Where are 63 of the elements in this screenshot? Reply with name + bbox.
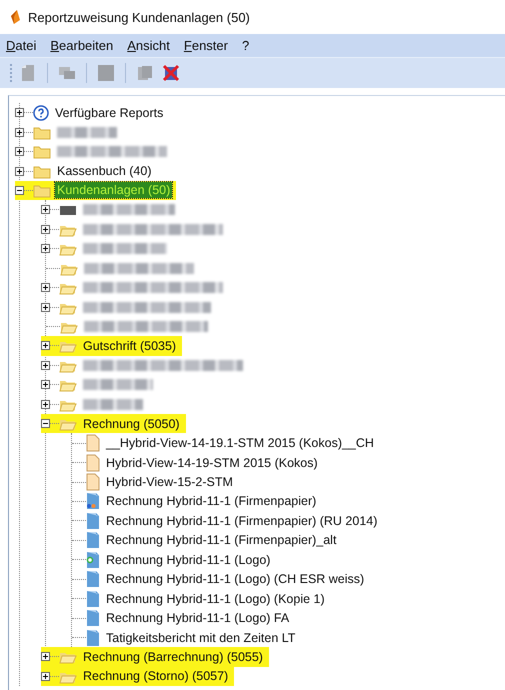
report-icon bbox=[86, 550, 100, 569]
tree-item[interactable]: Tatigkeitsbericht mit den Zeiten LT bbox=[104, 630, 298, 646]
help-icon bbox=[33, 104, 49, 121]
menu-item[interactable]: Bearbeiten bbox=[50, 38, 114, 53]
tree-item[interactable]: Gutschrift (5035) bbox=[81, 338, 178, 354]
square-icon bbox=[97, 64, 115, 82]
tree-item[interactable]: Rechnung Hybrid-11-1 (Firmenpapier) bbox=[104, 493, 318, 510]
tree-item[interactable]: Kassenbuch (40) bbox=[55, 163, 154, 180]
expand-icon[interactable] bbox=[41, 672, 50, 681]
tree-item[interactable]: Rechnung Hybrid-11-1 (Logo) bbox=[104, 552, 272, 568]
dark-block-icon bbox=[59, 204, 77, 216]
menu-item[interactable]: Fenster bbox=[184, 38, 228, 53]
tree-item[interactable]: Rechnung Hybrid-11-1 (Firmenpapier)_alt bbox=[104, 532, 338, 548]
expand-icon[interactable] bbox=[41, 341, 50, 350]
tree-item[interactable]: __Hybrid-View-14-19.1-STM 2015 (Kokos)__CH bbox=[104, 435, 376, 452]
expand-icon[interactable] bbox=[15, 108, 24, 118]
report-icon bbox=[86, 628, 100, 647]
tree-item[interactable]: Verfügbare Reports bbox=[53, 104, 166, 121]
report-icon bbox=[86, 492, 100, 510]
pages-icon bbox=[137, 65, 153, 81]
expand-icon[interactable] bbox=[15, 166, 24, 176]
report-icon bbox=[86, 590, 100, 608]
menu-item[interactable]: ? bbox=[242, 38, 250, 53]
tree-item[interactable]: Rechnung Hybrid-11-1 (Firmenpapier) (RU 2014) bbox=[104, 512, 380, 529]
menu-item[interactable]: Datei bbox=[6, 38, 36, 53]
report-icon bbox=[86, 531, 100, 550]
expand-icon[interactable] bbox=[41, 400, 50, 409]
window-title: Reportzuweisung Kundenanlagen (50) bbox=[28, 10, 250, 24]
tree-item[interactable]: Rechnung Hybrid-11-1 (Logo) FA bbox=[104, 610, 292, 626]
expand-icon[interactable] bbox=[15, 147, 24, 156]
page-icon bbox=[86, 434, 100, 452]
expand-icon[interactable] bbox=[15, 128, 24, 137]
report-icon bbox=[86, 570, 100, 588]
folder-icon bbox=[33, 144, 51, 160]
page-icon bbox=[86, 454, 100, 472]
copy-icon bbox=[58, 66, 76, 80]
tree-item[interactable]: Rechnung (Barrechnung) (5055) bbox=[81, 648, 265, 665]
expand-icon[interactable] bbox=[41, 283, 50, 292]
toolbar-button[interactable] bbox=[161, 63, 181, 83]
report-icon bbox=[86, 512, 100, 530]
report-icon bbox=[86, 609, 100, 628]
folder-icon bbox=[33, 182, 51, 198]
folder-icon bbox=[33, 124, 51, 140]
expand-icon[interactable] bbox=[41, 302, 50, 312]
expand-icon[interactable] bbox=[41, 205, 50, 214]
tree-item[interactable]: Rechnung (Storno) (5057) bbox=[81, 668, 230, 684]
expand-icon[interactable] bbox=[41, 652, 50, 662]
document-icon bbox=[21, 64, 35, 82]
page-icon bbox=[86, 473, 100, 492]
app-icon bbox=[10, 10, 20, 24]
expand-icon[interactable] bbox=[41, 224, 50, 234]
tree-item[interactable]: Hybrid-View-14-19-STM 2015 (Kokos) bbox=[104, 454, 320, 471]
collapse-icon[interactable] bbox=[15, 186, 24, 195]
expand-icon[interactable] bbox=[41, 360, 50, 370]
menu-item[interactable]: Ansicht bbox=[127, 38, 170, 53]
tree-item[interactable]: Rechnung (5050) bbox=[81, 416, 182, 432]
tree-item[interactable]: Rechnung Hybrid-11-1 (Logo) (Kopie 1) bbox=[104, 590, 327, 607]
tree-item[interactable]: Rechnung Hybrid-11-1 (Logo) (CH ESR weiss) bbox=[104, 571, 366, 588]
collapse-icon[interactable] bbox=[41, 419, 50, 428]
delete-icon bbox=[162, 64, 180, 82]
expand-icon[interactable] bbox=[41, 380, 50, 390]
expand-icon[interactable] bbox=[41, 244, 50, 254]
tree-item[interactable]: Hybrid-View-15-2-STM bbox=[104, 474, 235, 490]
